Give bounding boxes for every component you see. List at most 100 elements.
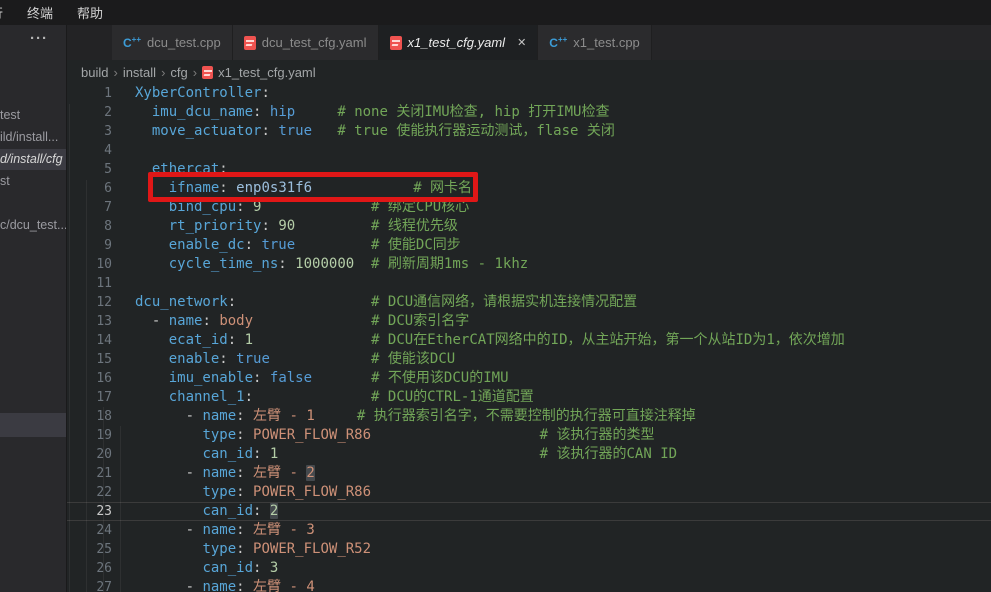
code-line[interactable]: 17 channel_1: # DCU的CTRL-1通道配置 bbox=[67, 388, 991, 407]
code-token bbox=[135, 104, 152, 120]
code-token: : bbox=[236, 579, 244, 592]
code-token bbox=[160, 313, 168, 329]
code-token: dcu_network bbox=[135, 294, 228, 310]
code-line[interactable]: 9 enable_dc: true # 使能DC同步 bbox=[67, 236, 991, 255]
code-token: false bbox=[270, 370, 312, 386]
code-token: : bbox=[219, 351, 227, 367]
breadcrumb-file[interactable]: x1_test_cfg.yaml bbox=[218, 65, 316, 80]
line-number: 19 bbox=[67, 426, 112, 445]
line-number: 7 bbox=[67, 198, 112, 217]
code-token: imu_enable bbox=[169, 370, 253, 386]
code-token bbox=[278, 446, 539, 462]
tab-dcu_test_cfg.yaml[interactable]: dcu_test_cfg.yaml bbox=[233, 25, 379, 60]
code-token bbox=[253, 389, 371, 405]
code-line[interactable]: 20 can_id: 1 # 该执行器的CAN ID bbox=[67, 445, 991, 464]
code-token: # DCU索引名字 bbox=[371, 313, 469, 329]
menu-bar: 行终端帮助 bbox=[0, 0, 991, 25]
code-token: channel_1 bbox=[169, 389, 245, 405]
code-line[interactable]: 25 type: POWER_FLOW_R52 bbox=[67, 540, 991, 559]
sidebar-list-item[interactable]: test bbox=[0, 105, 67, 126]
breadcrumb-item[interactable]: build bbox=[81, 65, 108, 80]
code-token bbox=[245, 484, 253, 500]
code-line[interactable]: 10 cycle_time_ns: 1000000 # 刷新周期1ms - 1k… bbox=[67, 255, 991, 274]
tab-label: x1_test_cfg.yaml bbox=[408, 35, 506, 50]
code-line[interactable]: 1XyberController: bbox=[67, 84, 991, 103]
code-token: # 该执行器的类型 bbox=[540, 427, 655, 443]
tab-overflow-area bbox=[67, 25, 112, 60]
indent-guide bbox=[120, 426, 121, 592]
menu-item[interactable]: 行 bbox=[0, 3, 15, 22]
breadcrumb-item[interactable]: cfg bbox=[170, 65, 187, 80]
sidebar-list-item[interactable]: d/install/cfg bbox=[0, 149, 67, 170]
code-token: : bbox=[236, 465, 244, 481]
code-text: - name: body # DCU索引名字 bbox=[112, 312, 991, 331]
code-line[interactable]: 24 - name: 左臂 - 3 bbox=[67, 521, 991, 540]
code-text: enable_dc: true # 使能DC同步 bbox=[112, 236, 991, 255]
code-token: # 线程优先级 bbox=[371, 218, 458, 234]
sidebar-list-item[interactable]: st bbox=[0, 171, 67, 192]
code-editor[interactable]: 1XyberController:2 imu_dcu_name: hip # n… bbox=[67, 84, 991, 592]
code-token: cycle_time_ns bbox=[169, 256, 279, 272]
code-text: imu_dcu_name: hip # none 关闭IMU检查, hip 打开… bbox=[112, 103, 991, 122]
sidebar-highlight-band bbox=[0, 413, 67, 437]
code-token bbox=[295, 104, 337, 120]
code-line[interactable]: 27 - name: 左臂 - 4 bbox=[67, 578, 991, 592]
code-line[interactable]: 8 rt_priority: 90 # 线程优先级 bbox=[67, 217, 991, 236]
code-token: 90 bbox=[278, 218, 295, 234]
line-number: 25 bbox=[67, 540, 112, 559]
code-token: - bbox=[186, 579, 194, 592]
code-token bbox=[371, 427, 540, 443]
code-line[interactable]: 26 can_id: 3 bbox=[67, 559, 991, 578]
menu-item[interactable]: 帮助 bbox=[65, 3, 115, 22]
code-line[interactable]: 23 can_id: 2 bbox=[67, 502, 991, 521]
code-token: can_id bbox=[202, 503, 253, 519]
more-actions-icon[interactable]: ··· bbox=[30, 30, 48, 47]
tab-dcu_test.cpp[interactable]: C++dcu_test.cpp bbox=[112, 25, 233, 60]
code-token: 左臂 - bbox=[253, 465, 306, 481]
tab-x1_test.cpp[interactable]: C++x1_test.cpp bbox=[538, 25, 652, 60]
menu-item[interactable]: 终端 bbox=[15, 3, 65, 22]
yaml-file-icon bbox=[244, 36, 256, 50]
code-line[interactable]: 16 imu_enable: false # 不使用该DCU的IMU bbox=[67, 369, 991, 388]
code-text: type: POWER_FLOW_R52 bbox=[112, 540, 991, 559]
code-token bbox=[135, 123, 152, 139]
tab-x1_test_cfg.yaml[interactable]: x1_test_cfg.yaml ✕ bbox=[379, 25, 539, 60]
code-token bbox=[135, 332, 169, 348]
code-line[interactable]: 13 - name: body # DCU索引名字 bbox=[67, 312, 991, 331]
code-token: : bbox=[261, 85, 269, 101]
code-text: can_id: 1 # 该执行器的CAN ID bbox=[112, 445, 991, 464]
code-token: 左臂 - 1 bbox=[253, 408, 315, 424]
line-number: 1 bbox=[67, 84, 112, 103]
code-token: # DCU的CTRL-1通道配置 bbox=[371, 389, 534, 405]
breadcrumb-item[interactable]: install bbox=[123, 65, 156, 80]
sidebar-list-item[interactable]: c/dcu_test... bbox=[0, 215, 67, 236]
line-number: 27 bbox=[67, 578, 112, 592]
code-line[interactable]: 11 bbox=[67, 274, 991, 293]
line-number: 14 bbox=[67, 331, 112, 350]
code-line[interactable]: 19 type: POWER_FLOW_R86 # 该执行器的类型 bbox=[67, 426, 991, 445]
code-token bbox=[245, 408, 253, 424]
code-token: POWER_FLOW_R86 bbox=[253, 427, 371, 443]
code-token bbox=[236, 332, 244, 348]
code-line[interactable]: 21 - name: 左臂 - 2 bbox=[67, 464, 991, 483]
code-line[interactable]: 18 - name: 左臂 - 1 # 执行器索引名字，不需要控制的执行器可直接… bbox=[67, 407, 991, 426]
close-icon[interactable]: ✕ bbox=[517, 36, 526, 49]
code-text: - name: 左臂 - 2 bbox=[112, 464, 991, 483]
code-token: # 执行器索引名字，不需要控制的执行器可直接注释掉 bbox=[357, 408, 696, 424]
code-line[interactable]: 3 move_actuator: true # true 使能执行器运动测试，f… bbox=[67, 122, 991, 141]
code-line[interactable]: 2 imu_dcu_name: hip # none 关闭IMU检查, hip … bbox=[67, 103, 991, 122]
code-token: name bbox=[202, 522, 236, 538]
code-text: can_id: 3 bbox=[112, 559, 991, 578]
code-token bbox=[295, 218, 371, 234]
code-line[interactable]: 14 ecat_id: 1 # DCU在EtherCAT网络中的ID，从主站开始… bbox=[67, 331, 991, 350]
code-token: can_id bbox=[202, 560, 253, 576]
code-line[interactable]: 22 type: POWER_FLOW_R86 bbox=[67, 483, 991, 502]
code-line[interactable]: 4 bbox=[67, 141, 991, 160]
sidebar-list-item[interactable]: ild/install... bbox=[0, 127, 67, 148]
code-token bbox=[135, 256, 169, 272]
code-line[interactable]: 12dcu_network: # DCU通信网络，请根据实机连接情况配置 bbox=[67, 293, 991, 312]
code-token: : bbox=[228, 294, 236, 310]
code-text: move_actuator: true # true 使能执行器运动测试，fla… bbox=[112, 122, 991, 141]
code-line[interactable]: 15 enable: true # 使能该DCU bbox=[67, 350, 991, 369]
code-token bbox=[354, 256, 371, 272]
